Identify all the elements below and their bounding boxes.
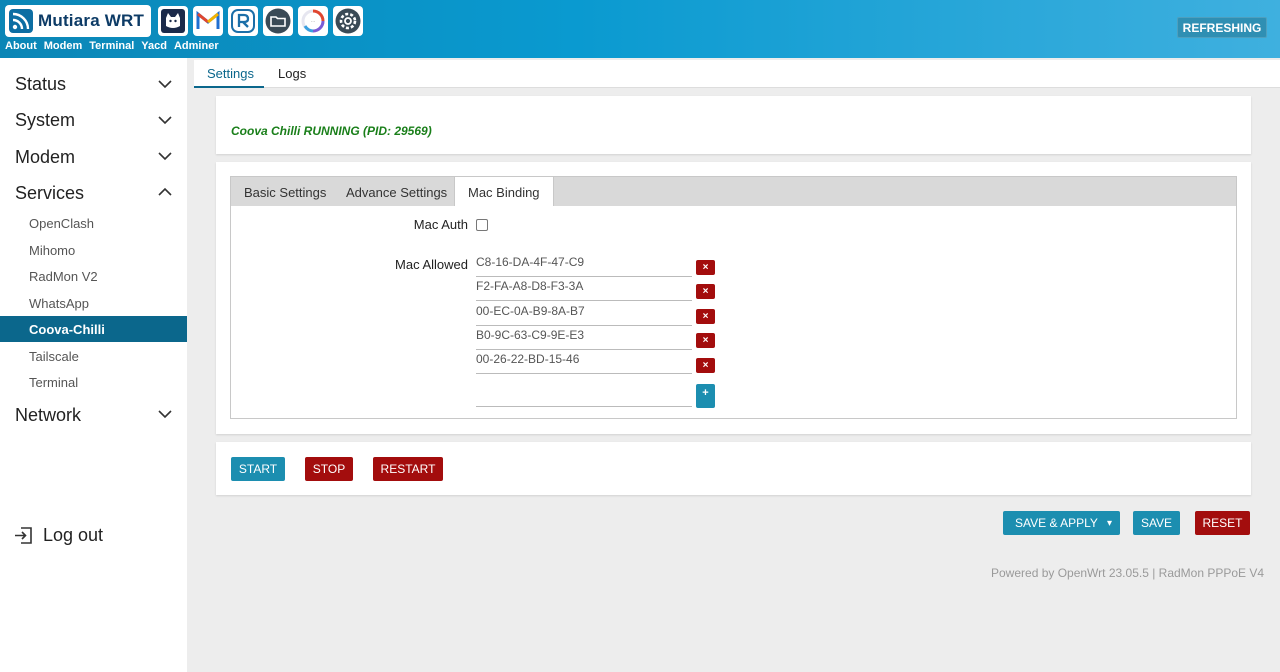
sidebar-item-coova-chilli[interactable]: Coova-Chilli [0,316,187,342]
chevron-down-icon[interactable] [157,79,173,89]
save-apply-button[interactable]: SAVE & APPLY ▾ [1003,511,1120,535]
service-control-card [216,442,1251,495]
speedtest-icon[interactable]: ··· [298,6,328,36]
sidebar-item-modem[interactable]: Modem [15,147,75,168]
save-apply-label: SAVE & APPLY [1015,516,1098,530]
logout-icon [15,527,32,544]
stop-button[interactable]: STOP [305,457,353,481]
mac-allowed-entry[interactable]: 00-26-22-BD-15-46 [476,351,692,374]
chevron-down-icon[interactable] [157,115,173,125]
sidebar-item-radmon[interactable]: RadMon V2 [0,263,187,289]
logout-label: Log out [43,525,104,545]
remove-mac-button[interactable]: × [696,260,715,275]
inner-tab-bar: Basic Settings Advance Settings Mac Bind… [230,176,1237,208]
sidebar-item-system[interactable]: System [15,110,75,131]
sidebar-item-terminal[interactable]: Terminal [0,369,187,395]
r-logo-icon[interactable] [228,6,258,36]
mac-allowed-label: Mac Allowed [395,257,468,272]
top-nav: About Modem Terminal Yacd Adminer [5,40,226,52]
sidebar-item-services[interactable]: Services [15,183,84,204]
remove-mac-button[interactable]: × [696,309,715,324]
tab-basic-settings[interactable]: Basic Settings [244,177,326,207]
sidebar-item-status[interactable]: Status [15,74,66,95]
tab-logs[interactable]: Logs [278,66,306,81]
service-status-text: Coova Chilli RUNNING (PID: 29569) [231,124,432,138]
brand-name: Mutiara WRT [38,11,145,30]
refreshing-badge[interactable]: REFRESHING [1177,17,1267,38]
new-mac-input[interactable] [476,384,692,407]
remove-mac-button[interactable]: × [696,358,715,373]
chevron-down-icon[interactable] [157,409,173,419]
sidebar-item-openclash[interactable]: OpenClash [0,210,187,236]
topnav-yacd[interactable]: Yacd [141,40,167,52]
topnav-terminal[interactable]: Terminal [89,40,134,52]
mac-auth-label: Mac Auth [413,217,468,232]
folder-icon[interactable] [263,6,293,36]
tab-advance-settings[interactable]: Advance Settings [346,177,447,207]
mac-allowed-entry[interactable]: B0-9C-63-C9-9E-E3 [476,327,692,350]
topnav-modem[interactable]: Modem [44,40,83,52]
remove-mac-button[interactable]: × [696,284,715,299]
restart-button[interactable]: RESTART [373,457,443,481]
footer-text: Powered by OpenWrt 23.05.5 | RadMon PPPo… [991,566,1265,580]
remove-mac-button[interactable]: × [696,333,715,348]
start-button[interactable]: START [231,457,285,481]
chevron-down-icon[interactable] [157,151,173,161]
sidebar: Status System Modem Services OpenClash M… [0,58,187,672]
settings-gear-icon[interactable] [333,6,363,36]
active-tab-indicator [194,86,264,88]
header-bar: Mutiara WRT ··· About Modem Terminal Yac… [0,0,1280,58]
chevron-up-icon[interactable] [157,187,173,197]
save-button[interactable]: SAVE [1133,511,1180,535]
topnav-adminer[interactable]: Adminer [174,40,219,52]
brand-logo[interactable]: Mutiara WRT [5,5,151,37]
mac-allowed-entry[interactable]: C8-16-DA-4F-47-C9 [476,254,692,277]
sidebar-item-mihomo[interactable]: Mihomo [0,237,187,263]
logout-button[interactable]: Log out [14,525,103,546]
gmail-icon[interactable] [193,6,223,36]
topnav-about[interactable]: About [5,40,37,52]
tab-mac-binding[interactable]: Mac Binding [454,177,554,208]
cat-icon[interactable] [158,6,188,36]
add-mac-button[interactable]: + [696,384,715,408]
reset-button[interactable]: RESET [1195,511,1250,535]
page-tabs: Settings Logs [194,60,1280,88]
svg-text:···: ··· [311,19,316,25]
tab-settings[interactable]: Settings [207,66,254,81]
mac-auth-checkbox[interactable] [476,219,488,231]
sidebar-item-tailscale[interactable]: Tailscale [0,343,187,369]
dropdown-caret-icon[interactable]: ▾ [1107,518,1112,529]
sidebar-item-network[interactable]: Network [15,405,81,426]
wifi-logo-icon [9,9,33,33]
mac-binding-panel [230,206,1237,419]
mac-allowed-entry[interactable]: 00-EC-0A-B9-8A-B7 [476,303,692,326]
sidebar-item-whatsapp[interactable]: WhatsApp [0,290,187,316]
mac-allowed-entry[interactable]: F2-FA-A8-D8-F3-3A [476,278,692,301]
